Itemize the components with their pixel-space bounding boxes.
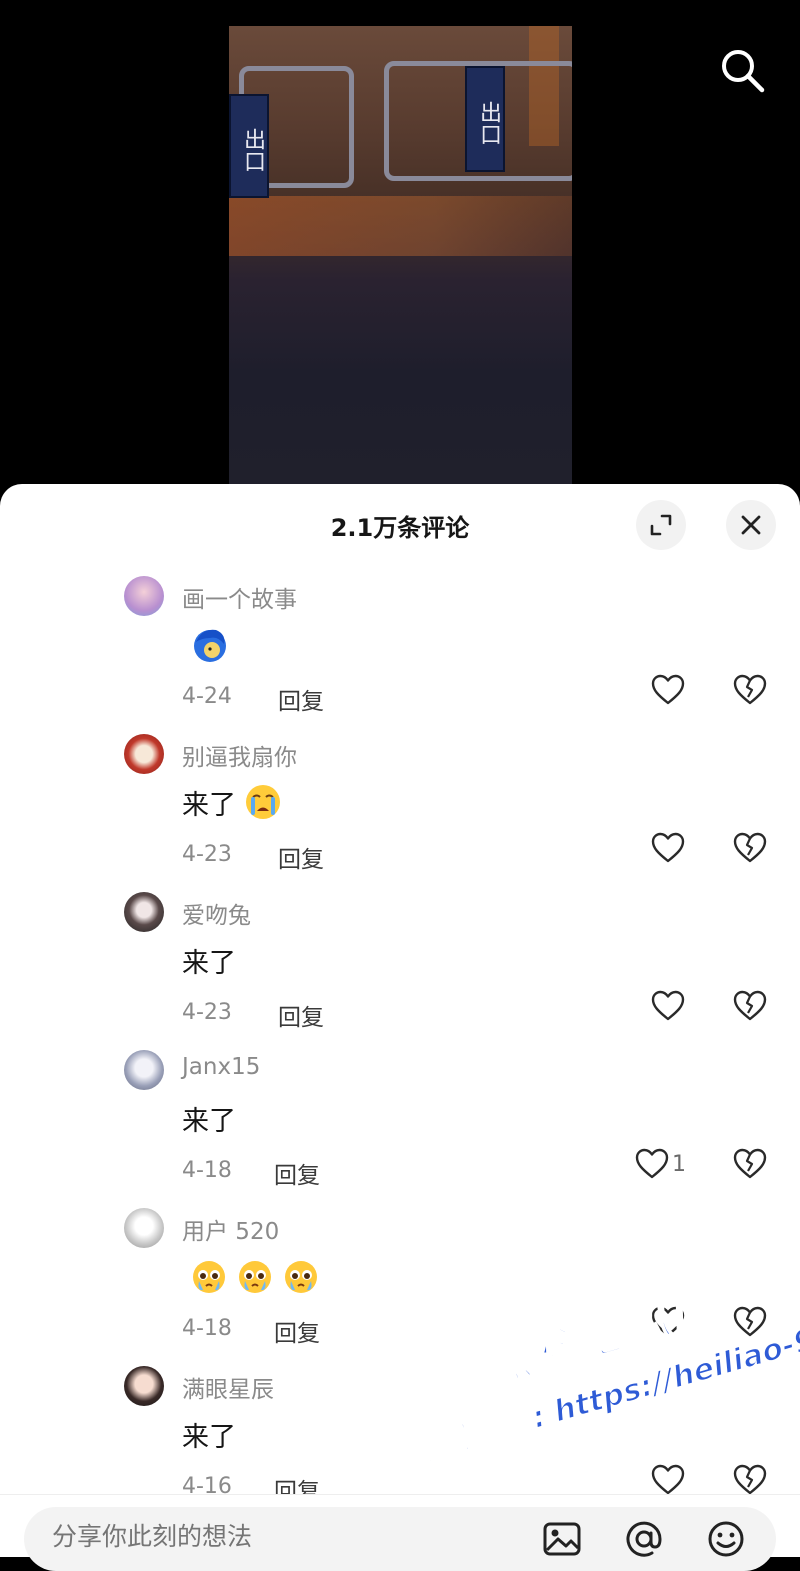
pleading-face-icon [193, 1261, 225, 1293]
like-count: 1 [672, 1151, 686, 1177]
comment-content [182, 1254, 320, 1298]
comment-text: 来了 [182, 789, 236, 821]
search-button[interactable] [718, 46, 766, 94]
avatar[interactable] [124, 734, 164, 774]
comment-date: 4-18 [182, 1158, 232, 1183]
broken-heart-icon [733, 1464, 767, 1495]
dislike-button[interactable] [732, 672, 768, 712]
comment-item: 爱吻兔 来了 4-23 回复 [0, 882, 800, 1040]
reply-button[interactable]: 回复 [278, 840, 324, 874]
comment-username[interactable]: 别逼我扇你 [182, 738, 297, 772]
reply-button[interactable]: 回复 [274, 1314, 320, 1348]
comment-item: 画一个故事 4-24 回复 [0, 566, 800, 724]
comment-item: Janx15 来了 4-18 回复 1 [0, 1040, 800, 1198]
like-button[interactable] [650, 1304, 688, 1340]
crying-face-icon [246, 785, 280, 819]
like-button[interactable] [650, 672, 688, 708]
comment-username[interactable]: 满眼星辰 [182, 1370, 274, 1404]
comment-date: 4-18 [182, 1316, 232, 1341]
dislike-button[interactable] [732, 830, 768, 870]
comment-input-bar [0, 1494, 800, 1571]
image-icon [543, 1522, 581, 1556]
heart-icon [651, 990, 685, 1021]
video-player[interactable]: 出口 出口 [0, 0, 800, 490]
like-button[interactable] [650, 1462, 688, 1498]
blue-hair-sticker-icon [194, 629, 226, 662]
comment-username[interactable]: Janx15 [182, 1054, 260, 1080]
avatar[interactable] [124, 1050, 164, 1090]
heart-icon [651, 1306, 685, 1337]
heart-icon [651, 832, 685, 863]
dislike-button[interactable] [732, 988, 768, 1028]
comment-content [182, 622, 230, 666]
comment-content: 来了 [182, 780, 282, 824]
comment-username[interactable]: 画一个故事 [182, 580, 297, 614]
heart-icon [651, 674, 685, 705]
comment-username[interactable]: 爱吻兔 [182, 896, 251, 930]
comment-item: 别逼我扇你 来了 4-23 回复 [0, 724, 800, 882]
heart-icon [651, 1464, 685, 1495]
reply-button[interactable]: 回复 [278, 998, 324, 1032]
broken-heart-icon [733, 1148, 767, 1179]
avatar[interactable] [124, 1208, 164, 1248]
broken-heart-icon [733, 990, 767, 1021]
comment-date: 4-23 [182, 1000, 232, 1025]
comment-date: 4-23 [182, 842, 232, 867]
expand-icon [650, 514, 672, 536]
heart-icon [635, 1148, 669, 1179]
like-button[interactable] [650, 830, 688, 866]
avatar[interactable] [124, 892, 164, 932]
comment-content: 来了 [182, 1412, 236, 1456]
video-light-band [229, 196, 572, 256]
comment-input[interactable] [50, 1521, 514, 1552]
smiley-icon [708, 1521, 744, 1557]
comment-text: 来了 [182, 1105, 236, 1137]
at-sign-icon [626, 1521, 662, 1557]
avatar[interactable] [124, 576, 164, 616]
broken-heart-icon [733, 832, 767, 863]
emoji-button[interactable] [706, 1519, 746, 1559]
pleading-face-icon [239, 1261, 271, 1293]
image-picker-button[interactable] [542, 1519, 582, 1559]
search-icon [722, 50, 765, 93]
comments-sheet: 2.1万条评论 画一个故事 4-24 回复 别逼我扇你 来了 4-23 回复 爱… [0, 484, 800, 1556]
exit-sign-left: 出口 [229, 94, 269, 198]
dislike-button[interactable] [732, 1304, 768, 1344]
broken-heart-icon [733, 1306, 767, 1337]
mention-button[interactable] [624, 1519, 664, 1559]
comment-content: 来了 [182, 1096, 236, 1140]
comment-username[interactable]: 用户 520 [182, 1212, 279, 1246]
pleading-face-icon [285, 1261, 317, 1293]
comment-item: 用户 520 4-18 回复 [0, 1198, 800, 1356]
expand-button[interactable] [636, 500, 686, 550]
broken-heart-icon [733, 674, 767, 705]
like-button[interactable] [650, 988, 688, 1024]
reply-button[interactable]: 回复 [274, 1156, 320, 1190]
comment-text: 来了 [182, 1421, 236, 1453]
reply-button[interactable]: 回复 [278, 682, 324, 716]
comment-item: 满眼星辰 来了 4-16 回复 [0, 1356, 800, 1514]
close-button[interactable] [726, 500, 776, 550]
dislike-button[interactable] [732, 1146, 768, 1186]
close-icon [741, 515, 761, 535]
comment-text: 来了 [182, 947, 236, 979]
exit-sign-right: 出口 [465, 66, 505, 172]
comment-date: 4-24 [182, 684, 232, 709]
like-button[interactable]: 1 [634, 1146, 686, 1182]
video-frame[interactable]: 出口 出口 [229, 26, 572, 490]
comment-content: 来了 [182, 938, 236, 982]
avatar[interactable] [124, 1366, 164, 1406]
